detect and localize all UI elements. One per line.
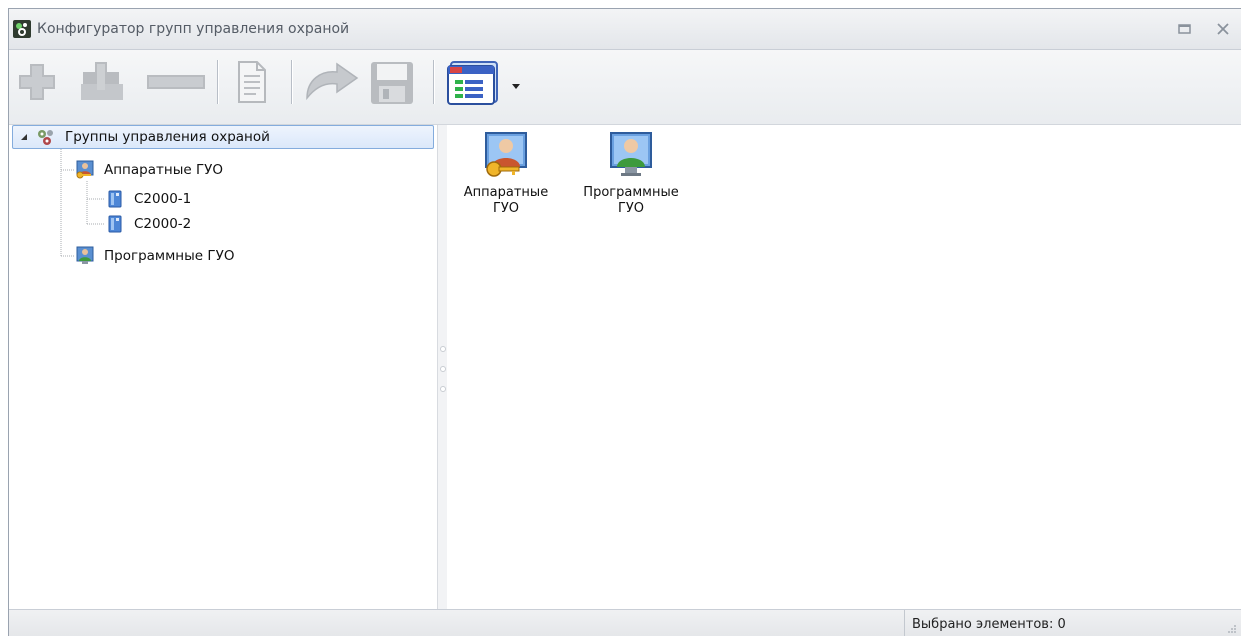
toolbar-separator xyxy=(217,60,218,104)
plus-icon xyxy=(19,64,55,100)
title-bar[interactable]: Конфигуратор групп управления охраной xyxy=(9,9,1241,50)
user-key-icon xyxy=(76,160,94,179)
content-panel[interactable]: Аппаратные ГУО Программные ГУО xyxy=(447,125,1241,609)
splitter-grip-dot xyxy=(440,366,446,372)
device-icon xyxy=(108,215,122,233)
remove-button[interactable] xyxy=(143,58,209,106)
tree-item-label: С2000-2 xyxy=(134,216,192,232)
tree-panel[interactable]: Группы управления охраной Аппаратные ГУО… xyxy=(9,125,438,609)
app-icon xyxy=(13,20,31,38)
selected-count-text: Выбрано элементов: 0 xyxy=(912,617,1066,632)
toolbar-separator xyxy=(291,60,292,104)
plus-icon xyxy=(81,62,123,100)
tree-item-c2000-2[interactable]: С2000-2 xyxy=(105,213,191,235)
tree-item-label: С2000-1 xyxy=(134,191,192,207)
add-child-button[interactable] xyxy=(73,58,135,106)
user-key-icon xyxy=(485,132,527,177)
restore-icon[interactable] xyxy=(1177,22,1193,36)
toolbar xyxy=(9,50,1241,125)
view-button[interactable] xyxy=(443,58,525,106)
document-icon xyxy=(238,61,266,103)
main-window: Конфигуратор групп управления охраной Гр… xyxy=(8,8,1241,636)
tree-item-software-guo[interactable]: Программные ГУО xyxy=(75,245,234,267)
splitter-grip-dot xyxy=(440,346,446,352)
expand-triangle-icon[interactable] xyxy=(19,132,29,142)
tree-item-label: Аппаратные ГУО xyxy=(104,162,224,178)
tree-item-label: Группы управления охраной xyxy=(65,129,270,145)
view-list-icon xyxy=(447,61,498,105)
tree-item-c2000-1[interactable]: С2000-1 xyxy=(105,188,191,210)
device-icon xyxy=(108,190,122,208)
tree-item-root[interactable]: Группы управления охраной xyxy=(12,125,434,149)
content-item-label: Аппаратные ГУО xyxy=(463,185,549,216)
undo-icon xyxy=(306,62,359,101)
content-item-label: Программные ГУО xyxy=(583,185,679,216)
window-title: Конфигуратор групп управления охраной xyxy=(37,21,350,37)
tree-item-hardware-guo[interactable]: Аппаратные ГУО xyxy=(75,159,223,181)
floppy-icon xyxy=(371,62,413,104)
properties-button[interactable] xyxy=(227,58,275,106)
add-button[interactable] xyxy=(13,58,61,106)
toolbar-separator xyxy=(433,60,434,104)
chevron-down-icon xyxy=(512,84,520,89)
content-item-software-guo[interactable]: Программные ГУО xyxy=(575,131,687,217)
status-bar: Выбрано элементов: 0 xyxy=(9,609,1241,636)
splitter-grip-dot xyxy=(440,386,446,392)
gears-icon xyxy=(38,130,53,145)
undo-button[interactable] xyxy=(301,58,363,106)
content-item-hardware-guo[interactable]: Аппаратные ГУО xyxy=(457,131,555,217)
status-separator xyxy=(904,610,905,636)
save-button[interactable] xyxy=(365,58,417,106)
user-monitor-icon xyxy=(610,132,652,176)
tree-item-label: Программные ГУО xyxy=(104,248,235,264)
pane-splitter[interactable] xyxy=(438,125,447,609)
resize-grip-icon[interactable] xyxy=(1227,624,1237,634)
close-icon[interactable] xyxy=(1215,22,1231,36)
minus-icon xyxy=(147,75,205,89)
user-monitor-icon xyxy=(76,246,94,264)
